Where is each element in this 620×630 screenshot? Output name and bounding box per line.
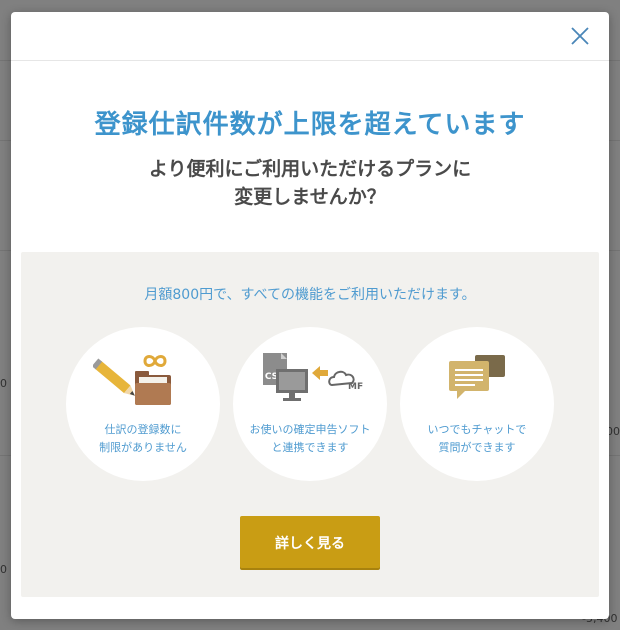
cloud-badge: MF xyxy=(348,382,363,392)
modal-title: 登録仕訳件数が上限を超えています xyxy=(94,110,526,140)
feature-label: お使いの確定申告ソフト と連携できます xyxy=(233,421,387,457)
upgrade-modal: 登録仕訳件数が上限を超えています より便利にご利用いただけるプランに 変更しませ… xyxy=(11,12,609,619)
feature-tax-software-link: CSV MF お使いの確定申告ソフト と連携できます xyxy=(233,327,387,481)
chat-bubbles-icon xyxy=(449,355,505,399)
feature-unlimited-entries: 仕訳の登録数に 制限がありません xyxy=(66,327,220,481)
subtitle-line: 変更しませんか？ xyxy=(234,186,386,208)
see-details-button[interactable]: 詳しく見る xyxy=(240,516,380,568)
close-button[interactable] xyxy=(569,25,591,47)
close-icon xyxy=(571,27,589,45)
feature-label-line: いつでもチャットで xyxy=(427,423,527,436)
feature-panel: 月額800円で、すべての機能をご利用いただけます。 仕訳の登録数に 制限がありま… xyxy=(21,252,599,597)
feature-label-line: 制限がありません xyxy=(99,441,187,454)
modal-header xyxy=(11,12,609,61)
feature-label-line: 質問ができます xyxy=(438,441,516,454)
pencil-folder-infinity-icon xyxy=(93,355,171,405)
price-text: 月額800円で、すべての機能をご利用いただけます。 xyxy=(144,287,476,303)
subtitle-line: より便利にご利用いただけるプランに xyxy=(148,158,472,180)
feature-label: 仕訳の登録数に 制限がありません xyxy=(66,421,220,457)
feature-label-line: お使いの確定申告ソフト xyxy=(249,423,371,436)
feature-label-line: と連携できます xyxy=(271,441,349,454)
feature-label: いつでもチャットで 質問ができます xyxy=(400,421,554,457)
csv-computer-cloud-icon: CSV MF xyxy=(263,353,363,401)
modal-subtitle: より便利にご利用いただけるプランに 変更しませんか？ xyxy=(11,155,609,211)
feature-label-line: 仕訳の登録数に xyxy=(104,423,182,436)
feature-chat-support: いつでもチャットで 質問ができます xyxy=(400,327,554,481)
